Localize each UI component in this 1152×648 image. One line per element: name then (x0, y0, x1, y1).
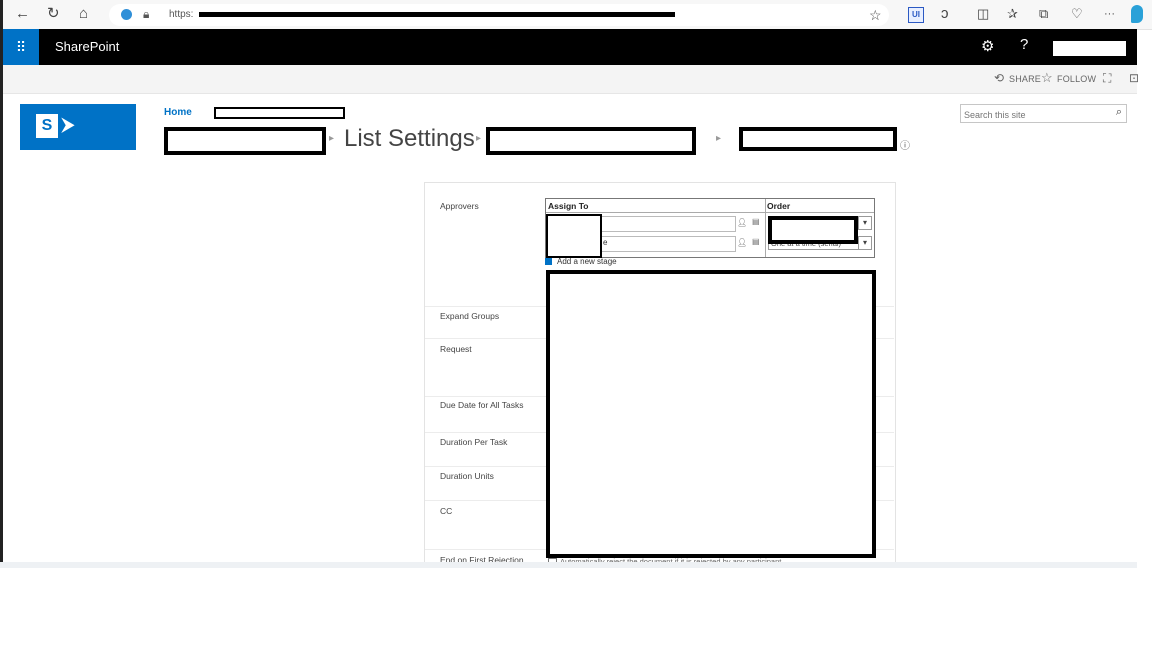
logo-s-mark: S (36, 114, 58, 138)
site-search-box[interactable]: ⌕ (960, 104, 1127, 123)
browser-toolbar: ← ↻ ⌂ 🔒︎ https: ☆ UI ↄ ◫ ✰ ⧉ ♡ ··· (3, 0, 1152, 30)
browser-essentials-icon[interactable]: ♡ (1071, 4, 1083, 24)
breadcrumb-current: List Settings (344, 125, 475, 152)
header-divider (546, 212, 874, 213)
window-bottom-edge (0, 562, 1137, 568)
breadcrumb-separator-icon: ▸ (476, 133, 482, 144)
back-arrow-icon[interactable]: ← (15, 4, 30, 24)
extension-icon[interactable]: ↄ (941, 4, 949, 24)
user-name-redacted[interactable] (1053, 41, 1126, 56)
split-screen-icon[interactable]: ◫ (977, 4, 989, 24)
extension-ui-icon[interactable]: UI (908, 7, 924, 23)
redaction-box (486, 127, 696, 155)
collections-icon[interactable]: ⧉ (1039, 4, 1048, 24)
add-stage-icon (545, 258, 552, 266)
add-stage-label: Add a new stage (557, 257, 617, 266)
suite-bar: ⠿ SharePoint ⚙ ? (3, 29, 1137, 65)
search-input[interactable] (961, 107, 1104, 123)
home-icon[interactable]: ⌂ (79, 4, 88, 24)
url-text: https: (169, 9, 194, 20)
share-icon[interactable]: ⟲ (994, 71, 1004, 85)
redaction-box (214, 107, 345, 119)
copilot-icon[interactable] (1131, 5, 1143, 23)
sharepoint-logo[interactable]: S ⮞ (20, 104, 136, 150)
redaction-box (768, 216, 858, 244)
follow-link[interactable]: FOLLOW (1057, 74, 1096, 84)
suite-brand[interactable]: SharePoint (55, 39, 119, 54)
share-link[interactable]: SHARE (1009, 74, 1041, 84)
breadcrumb-separator-icon: ▸ (716, 133, 722, 144)
favorites-icon[interactable]: ✰ (1007, 4, 1018, 24)
address-book-icon[interactable]: ▤ (752, 217, 760, 226)
expand-groups-label: Expand Groups (440, 311, 500, 321)
gear-icon[interactable]: ⚙ (981, 37, 994, 55)
column-divider (765, 199, 766, 257)
refresh-icon[interactable]: ↻ (47, 4, 60, 24)
chevron-down-icon[interactable]: ▾ (858, 217, 871, 229)
order-header: Order (767, 201, 791, 211)
redaction-box (164, 127, 326, 155)
redaction-box (739, 127, 897, 151)
assign-to-header: Assign To (548, 201, 589, 211)
chevron-down-icon[interactable]: ▾ (858, 237, 871, 249)
info-icon[interactable]: ⓘ (900, 137, 910, 152)
help-icon[interactable]: ? (1020, 36, 1028, 53)
follow-star-icon[interactable]: ☆ (1041, 70, 1053, 86)
due-date-label: Due Date for All Tasks (440, 400, 524, 410)
add-stage-link[interactable]: Add a new stage (545, 257, 617, 266)
check-names-icon[interactable]: 👤︎ (737, 238, 747, 247)
redaction-bar (199, 12, 675, 17)
logo-arrow-icon: ⮞ (62, 115, 75, 134)
home-link[interactable]: Home (164, 107, 192, 118)
breadcrumb-separator-icon: ▸ (329, 133, 335, 144)
overflow-icon[interactable]: ⊡ (1129, 71, 1139, 85)
duration-units-label: Duration Units (440, 471, 494, 481)
address-book-icon[interactable]: ▤ (752, 237, 760, 246)
ribbon-row: ⟲ SHARE ☆ FOLLOW ⛶ ⊡ (3, 65, 1139, 94)
redaction-box (546, 270, 876, 558)
more-menu-icon[interactable]: ··· (1104, 4, 1115, 24)
star-icon[interactable]: ☆ (869, 5, 882, 25)
request-label: Request (440, 344, 472, 354)
approvers-label: Approvers (440, 201, 479, 211)
assign-to-value: e (603, 238, 608, 247)
duration-per-task-label: Duration Per Task (440, 437, 508, 447)
site-identity-icon[interactable] (121, 9, 132, 20)
screenshot-frame: ← ↻ ⌂ 🔒︎ https: ☆ UI ↄ ◫ ✰ ⧉ ♡ ··· ⠿ Sha… (0, 0, 1152, 568)
app-launcher-icon[interactable]: ⠿ (3, 29, 39, 65)
lock-icon[interactable]: 🔒︎ (143, 7, 149, 22)
redaction-box (546, 214, 602, 258)
cc-label: CC (440, 506, 453, 516)
address-bar[interactable]: 🔒︎ https: (109, 4, 889, 26)
focus-mode-icon[interactable]: ⛶ (1103, 71, 1111, 86)
search-icon[interactable]: ⌕ (1116, 106, 1122, 119)
check-names-icon[interactable]: 👤︎ (737, 218, 747, 227)
